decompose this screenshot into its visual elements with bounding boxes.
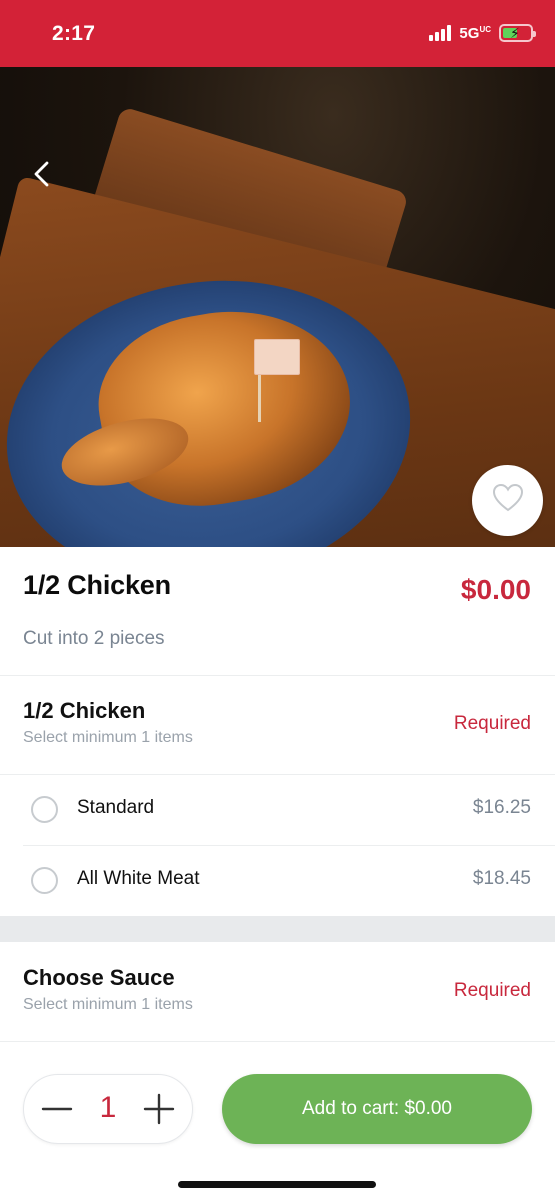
logo-flag: [254, 339, 300, 375]
chevron-left-icon[interactable]: [28, 159, 58, 189]
group-title: Choose Sauce: [23, 965, 175, 990]
item-title: 1/2 Chicken: [23, 570, 171, 600]
option-all-white-meat[interactable]: All White Meat $18.45: [0, 846, 555, 916]
charging-bolt-icon: ⚡: [510, 25, 520, 41]
option-label: Standard: [77, 797, 155, 818]
divider: [0, 1041, 555, 1042]
divider: [0, 675, 555, 676]
add-to-cart-button[interactable]: Add to cart: $0.00: [222, 1074, 532, 1144]
status-indicators: 5GUC ⚡: [429, 24, 536, 42]
option-price: $18.45: [472, 868, 531, 889]
required-badge: Required: [453, 713, 531, 734]
radio-button[interactable]: [31, 796, 58, 823]
option-price: $16.25: [472, 797, 531, 818]
item-description: Cut into 2 pieces: [23, 628, 165, 649]
option-standard[interactable]: Standard $16.25: [0, 775, 555, 845]
group-title: 1/2 Chicken: [23, 698, 146, 723]
required-badge: Required: [453, 980, 531, 1001]
group-subtitle: Select minimum 1 items: [23, 729, 193, 746]
item-hero-image: [0, 67, 555, 547]
battery-icon: ⚡: [499, 24, 536, 42]
network-label: 5GUC: [459, 24, 491, 42]
home-indicator[interactable]: [178, 1181, 376, 1188]
radio-button[interactable]: [31, 867, 58, 894]
status-time: 2:17: [52, 22, 96, 45]
quantity-stepper: 1: [23, 1074, 193, 1144]
favorite-button[interactable]: [472, 465, 543, 536]
section-separator: [0, 916, 555, 942]
add-to-cart-label: Add to cart: $0.00: [302, 1098, 452, 1119]
item-price: $0.00: [460, 574, 531, 605]
status-bar: 2:17 5GUC ⚡: [0, 0, 555, 67]
plus-icon[interactable]: [140, 1090, 178, 1128]
option-label: All White Meat: [77, 868, 200, 889]
heart-outline-icon: [492, 483, 524, 518]
group-subtitle: Select minimum 1 items: [23, 996, 193, 1013]
signal-icon: [429, 25, 452, 41]
